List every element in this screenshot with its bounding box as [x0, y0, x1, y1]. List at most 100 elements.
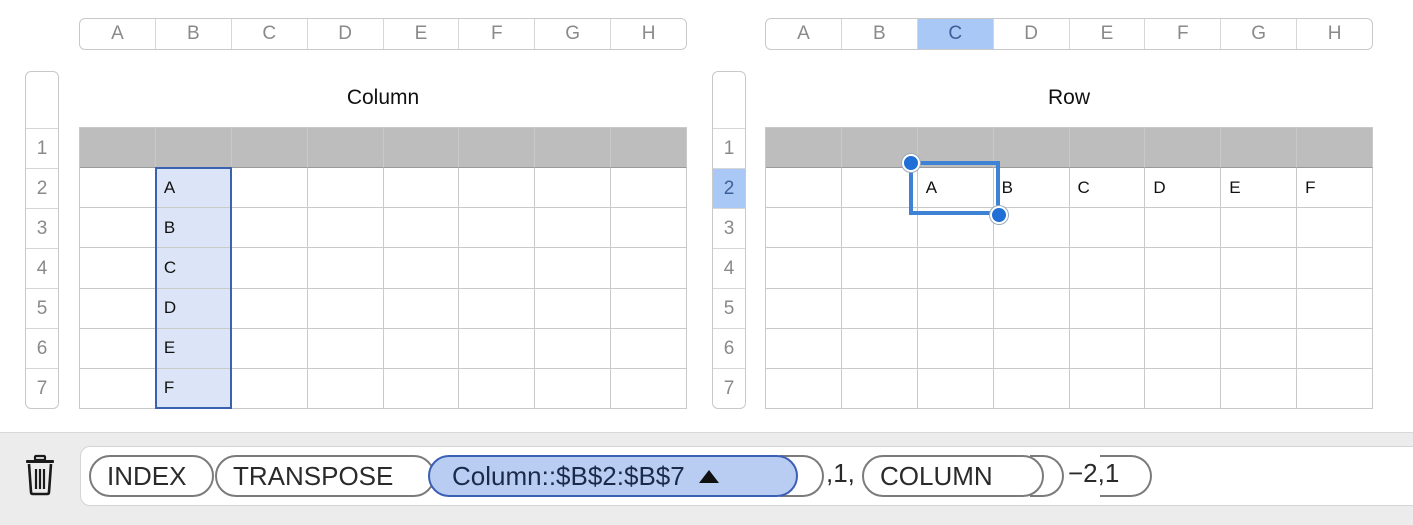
table-cell[interactable]: [231, 128, 308, 168]
table-cell[interactable]: [841, 168, 918, 209]
table-cell[interactable]: [766, 168, 842, 209]
table-cell[interactable]: [307, 328, 384, 369]
selection-handle-bottom-right[interactable]: [990, 206, 1008, 224]
table-cell[interactable]: [459, 208, 536, 249]
table-cell[interactable]: [917, 208, 994, 249]
table-cell[interactable]: [766, 208, 842, 249]
table-cell[interactable]: [383, 128, 460, 168]
column-header[interactable]: G: [1221, 19, 1298, 49]
table-cell[interactable]: B: [155, 208, 232, 249]
column-header[interactable]: C: [232, 19, 308, 49]
row-header[interactable]: 3: [26, 208, 58, 248]
row-header[interactable]: 6: [713, 328, 745, 368]
table-cell[interactable]: [383, 368, 460, 409]
table-cell[interactable]: [459, 128, 536, 168]
column-header[interactable]: B: [156, 19, 232, 49]
table-cell[interactable]: [766, 368, 842, 409]
table-cell[interactable]: [611, 128, 687, 168]
table-cell[interactable]: F: [1297, 168, 1373, 209]
triangle-up-icon[interactable]: [698, 469, 719, 483]
table-cell[interactable]: [1297, 328, 1373, 369]
table-cell[interactable]: [1297, 248, 1373, 289]
table-cell[interactable]: [917, 128, 994, 168]
table-cell[interactable]: [1297, 288, 1373, 329]
table-cell[interactable]: [535, 208, 612, 249]
column-header[interactable]: F: [1145, 19, 1222, 49]
column-header[interactable]: F: [459, 19, 536, 49]
table-cell[interactable]: [1069, 328, 1146, 369]
column-header[interactable]: D: [308, 19, 384, 49]
table-cell[interactable]: [1069, 368, 1146, 409]
row-header[interactable]: 5: [713, 288, 745, 328]
trash-icon[interactable]: [22, 454, 58, 496]
column-header[interactable]: H: [611, 19, 686, 49]
table-cell[interactable]: [611, 248, 687, 289]
table-cell[interactable]: [80, 208, 156, 249]
row-header[interactable]: 5: [26, 288, 58, 328]
table-cell[interactable]: [917, 248, 994, 289]
table-cell[interactable]: [459, 368, 536, 409]
table-cell[interactable]: [993, 368, 1070, 409]
selection-handle-top-left[interactable]: [902, 154, 920, 172]
table-cell[interactable]: [231, 208, 308, 249]
table-cell[interactable]: [1221, 208, 1298, 249]
table-cell[interactable]: [917, 368, 994, 409]
range-reference-token[interactable]: Column::$B$2:$B$7: [428, 455, 798, 497]
table-cell[interactable]: [307, 248, 384, 289]
table-cell-active[interactable]: A: [917, 168, 994, 209]
row-header[interactable]: 2: [26, 168, 58, 208]
table-cell[interactable]: [1145, 328, 1222, 369]
table-cell[interactable]: E: [1221, 168, 1298, 209]
table-cell[interactable]: [611, 208, 687, 249]
column-header[interactable]: G: [535, 19, 612, 49]
table-cell[interactable]: [611, 168, 687, 209]
column-header[interactable]: B: [842, 19, 918, 49]
column-header[interactable]: E: [1070, 19, 1146, 49]
table-cell[interactable]: [459, 328, 536, 369]
table-cell[interactable]: [841, 288, 918, 329]
table-cell[interactable]: [80, 328, 156, 369]
table-cell[interactable]: [993, 328, 1070, 369]
table-cell[interactable]: [766, 128, 842, 168]
function-token-transpose[interactable]: TRANSPOSE: [215, 455, 435, 497]
table-cell[interactable]: [459, 248, 536, 289]
table-cell[interactable]: F: [155, 368, 232, 409]
table-cell[interactable]: [841, 248, 918, 289]
table-cell[interactable]: [611, 368, 687, 409]
table-cell[interactable]: B: [993, 168, 1070, 209]
table-cell[interactable]: [1145, 208, 1222, 249]
column-header[interactable]: A: [80, 19, 156, 49]
row-header-selected[interactable]: 2: [713, 168, 745, 208]
table-cell[interactable]: [535, 168, 612, 209]
table-cell[interactable]: [1221, 248, 1298, 289]
table-cell[interactable]: [155, 128, 232, 168]
table-cell[interactable]: [535, 128, 612, 168]
table-cell[interactable]: [766, 288, 842, 329]
table-cell[interactable]: [1145, 248, 1222, 289]
table-cell[interactable]: [993, 248, 1070, 289]
table-cell[interactable]: [841, 208, 918, 249]
table-cell[interactable]: [231, 248, 308, 289]
row-header[interactable]: 1: [713, 128, 745, 168]
table-cell[interactable]: [917, 328, 994, 369]
table-cell[interactable]: [766, 248, 842, 289]
table-cell[interactable]: [1145, 128, 1222, 168]
table-cell[interactable]: [383, 208, 460, 249]
table-cell[interactable]: [535, 328, 612, 369]
column-header[interactable]: E: [384, 19, 460, 49]
table-cell[interactable]: [993, 288, 1070, 329]
table-cell[interactable]: [80, 128, 156, 168]
table-cell[interactable]: [535, 248, 612, 289]
table-cell[interactable]: D: [155, 288, 232, 329]
row-header[interactable]: 1: [26, 128, 58, 168]
table-cell[interactable]: [535, 288, 612, 329]
table-cell[interactable]: [231, 288, 308, 329]
table-cell[interactable]: [993, 128, 1070, 168]
table-cell[interactable]: [383, 168, 460, 209]
table-cell[interactable]: [611, 288, 687, 329]
table-cell[interactable]: [231, 368, 308, 409]
table-cell[interactable]: [307, 288, 384, 329]
table-cell[interactable]: [1297, 368, 1373, 409]
table-cell[interactable]: [1221, 368, 1298, 409]
table-cell[interactable]: [307, 368, 384, 409]
